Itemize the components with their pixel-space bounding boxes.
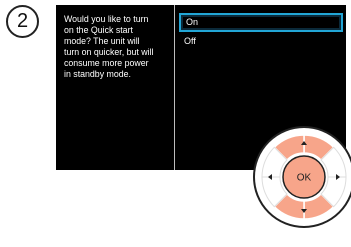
option-on-label: On — [186, 17, 199, 27]
option-on[interactable]: On — [179, 13, 343, 32]
option-off[interactable]: Off — [179, 34, 343, 49]
screen-divider — [174, 5, 175, 170]
option-off-label: Off — [184, 36, 196, 46]
ok-label: OK — [297, 173, 312, 184]
quick-start-options: On Off — [179, 13, 343, 49]
step-number-badge: 2 — [6, 5, 39, 38]
quick-start-prompt: Would you like to turn on the Quick star… — [64, 14, 154, 79]
step-number: 2 — [16, 10, 29, 32]
instruction-step: 2 Would you like to turn on the Quick st… — [0, 0, 351, 247]
dpad-graphic: OK — [253, 126, 351, 228]
remote-navigation-pad: OK — [252, 125, 351, 229]
